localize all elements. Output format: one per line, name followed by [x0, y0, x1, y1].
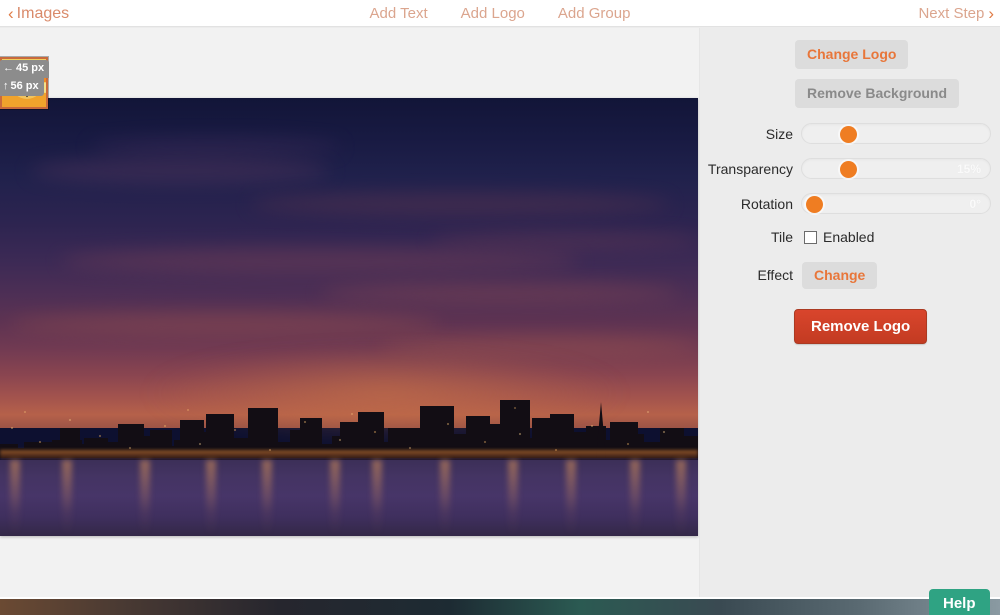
tile-enabled-checkbox[interactable]: [804, 230, 817, 244]
bottom-strip: [0, 599, 1000, 615]
remove-background-button[interactable]: Remove Background: [795, 79, 960, 108]
photo-water-reflection: [62, 460, 72, 536]
photo-cloud: [60, 248, 580, 274]
photo-cloud: [90, 138, 340, 156]
rotation-label: Rotation: [740, 195, 793, 212]
effect-change-button[interactable]: Change: [802, 262, 878, 289]
image-workspace[interactable]: ← 45 px ↑ 56 px: [0, 28, 700, 598]
next-step-button[interactable]: Next Step ›: [918, 0, 994, 27]
rotation-slider[interactable]: 0°: [801, 193, 991, 214]
effect-label: Effect: [757, 267, 793, 284]
logo-properties-panel: Change Logo Remove Background Size Trans…: [701, 28, 1000, 598]
help-button[interactable]: Help: [929, 589, 990, 615]
rotation-slider-value: 0°: [969, 197, 981, 211]
add-logo-button[interactable]: Add Logo: [461, 5, 525, 22]
arrow-up-icon: ↑: [3, 79, 9, 92]
add-group-button[interactable]: Add Group: [558, 5, 631, 22]
transparency-label: Transparency: [707, 160, 793, 177]
photo-water-reflection: [206, 460, 216, 536]
photo-cloud: [250, 193, 670, 215]
photo-water-reflection: [440, 460, 450, 536]
photo-cloud: [320, 283, 680, 303]
add-text-button[interactable]: Add Text: [370, 5, 428, 22]
photo-water-reflection: [372, 460, 382, 536]
photo-water-reflection: [262, 460, 272, 536]
arrow-left-icon: ←: [3, 61, 14, 74]
nav-actions-group: Add Text Add Logo Add Group: [0, 0, 1000, 27]
position-indicator: ← 45 px ↑ 56 px: [0, 60, 50, 96]
chevron-left-icon: ‹: [8, 4, 14, 23]
position-offset-y: ↑ 56 px: [0, 77, 44, 96]
photo-water-reflection: [630, 460, 640, 536]
next-step-label: Next Step: [918, 5, 985, 22]
photo-water-reflection: [566, 460, 576, 536]
photo-water-reflection: [140, 460, 150, 536]
background-photo: [0, 98, 698, 536]
photo-water: [0, 460, 698, 536]
photo-water-reflection: [676, 460, 686, 536]
rotation-slider-handle[interactable]: [805, 196, 823, 213]
size-slider-handle[interactable]: [839, 126, 857, 143]
size-slider[interactable]: [801, 123, 991, 144]
top-navigation-bar: ‹ Images Add Text Add Logo Add Group Nex…: [0, 0, 1000, 27]
position-offset-y-value: 56 px: [10, 79, 39, 92]
back-to-images-label: Images: [16, 4, 70, 22]
chevron-right-icon: ›: [988, 4, 994, 23]
photo-cloud: [30, 158, 330, 184]
photo-water-reflection: [330, 460, 340, 536]
image-canvas[interactable]: [0, 98, 698, 536]
bottom-divider: [0, 597, 1000, 599]
position-offset-x-value: 45 px: [16, 62, 45, 74]
tile-label: Tile: [770, 229, 793, 245]
app-root: ‹ Images Add Text Add Logo Add Group Nex…: [0, 0, 1000, 615]
tile-enabled-label: Enabled: [823, 229, 875, 245]
back-to-images-button[interactable]: ‹ Images: [8, 0, 69, 27]
transparency-slider-value: 15%: [956, 162, 981, 176]
change-logo-button[interactable]: Change Logo: [795, 40, 909, 69]
remove-logo-button[interactable]: Remove Logo: [794, 309, 928, 344]
photo-water-reflection: [10, 460, 20, 536]
photo-cloud: [430, 233, 698, 249]
transparency-slider-handle[interactable]: [839, 161, 857, 178]
position-offset-x: ← 45 px: [0, 60, 50, 78]
transparency-slider[interactable]: 15%: [801, 158, 991, 179]
photo-water-reflection: [508, 460, 518, 536]
size-label: Size: [765, 125, 793, 142]
photo-cloud: [10, 313, 440, 335]
